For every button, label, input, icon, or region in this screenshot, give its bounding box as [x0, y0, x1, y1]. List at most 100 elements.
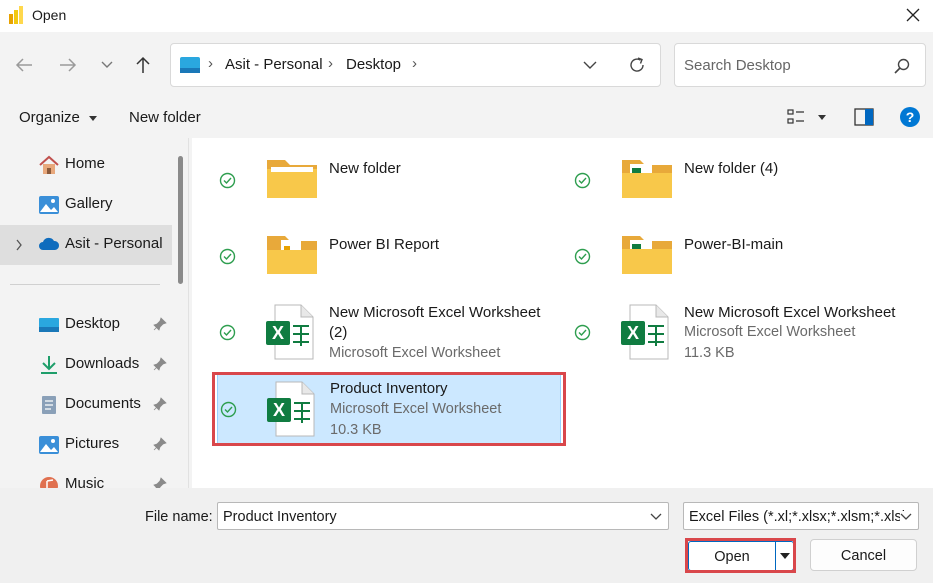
file-item-new-excel-worksheet-2[interactable]: X New Microsoft Excel Worksheet (2) Micr…	[192, 298, 547, 372]
file-item-new-folder-4[interactable]: New folder (4)	[547, 148, 933, 222]
recent-locations-button[interactable]	[95, 54, 119, 76]
svg-text:?: ?	[906, 109, 915, 125]
file-name: New Microsoft Excel Worksheet	[684, 304, 896, 321]
organize-menu-button[interactable]: Organize	[19, 109, 98, 126]
refresh-icon[interactable]	[627, 55, 647, 75]
file-name: Power BI Report	[329, 236, 440, 253]
desktop-location-icon	[180, 57, 200, 73]
file-item-new-excel-worksheet[interactable]: X New Microsoft Excel Worksheet Microsof…	[547, 298, 933, 372]
caret-down-icon	[89, 116, 98, 122]
sidebar-item-music[interactable]: Music	[0, 465, 172, 488]
arrow-left-icon	[15, 58, 32, 72]
file-size: 11.3 KB	[684, 345, 735, 361]
file-item-new-folder[interactable]: New folder	[192, 148, 547, 222]
sidebar-item-label: Pictures	[65, 435, 120, 452]
search-placeholder: Search Desktop	[684, 57, 791, 74]
up-button[interactable]	[131, 54, 155, 76]
home-icon	[39, 155, 59, 174]
view-options-icon[interactable]	[787, 109, 805, 125]
sidebar-item-asit-personal[interactable]: Asit - Personal	[0, 225, 172, 265]
help-icon[interactable]: ?	[899, 106, 921, 128]
search-box[interactable]: Search Desktop	[674, 43, 926, 87]
pin-icon[interactable]	[153, 317, 167, 331]
navigation-bar: › Asit - Personal › Desktop › Search Des…	[0, 32, 933, 96]
sidebar-divider	[10, 284, 160, 285]
folder-excel-icon	[622, 160, 672, 198]
sidebar-item-label: Documents	[65, 395, 141, 412]
file-item-power-bi-report[interactable]: Power BI Report	[192, 224, 547, 298]
pin-icon[interactable]	[153, 437, 167, 451]
chevron-down-icon	[101, 61, 113, 68]
sidebar-item-desktop[interactable]: Desktop	[0, 305, 172, 345]
chevron-down-icon[interactable]	[582, 58, 598, 72]
sidebar-item-label: Gallery	[65, 195, 113, 212]
close-icon[interactable]	[903, 5, 923, 25]
onedrive-cloud-icon	[39, 237, 60, 250]
file-name: New Microsoft Excel Worksheet	[329, 304, 541, 321]
chevron-down-icon[interactable]	[900, 511, 912, 521]
dialog-footer: File name: Product Inventory Excel Files…	[0, 488, 933, 583]
forward-button[interactable]	[56, 54, 80, 76]
breadcrumb-separator: ›	[412, 55, 417, 72]
file-list: New folder New folder (4) Power BI Repor…	[192, 138, 933, 488]
sidebar-scrollbar[interactable]	[178, 156, 183, 284]
sidebar-item-label: Home	[65, 155, 106, 172]
sync-status-icon	[574, 172, 591, 189]
breadcrumb-asit-personal[interactable]: Asit - Personal	[225, 56, 323, 73]
address-bar[interactable]: › Asit - Personal › Desktop ›	[170, 43, 661, 87]
chevron-right-icon[interactable]	[15, 239, 23, 251]
breadcrumb-separator: ›	[208, 55, 213, 72]
title-bar: Open	[0, 0, 933, 32]
sidebar-item-label: Music	[65, 475, 105, 488]
file-name-label: File name:	[145, 509, 213, 525]
pictures-icon	[39, 436, 59, 454]
caret-down-icon[interactable]	[817, 113, 827, 121]
sidebar-item-gallery[interactable]: Gallery	[0, 185, 172, 225]
sync-status-icon	[219, 248, 236, 265]
sidebar-item-downloads[interactable]: Downloads	[0, 345, 172, 385]
file-type: Microsoft Excel Worksheet	[684, 324, 856, 340]
file-name: Power-BI-main	[684, 236, 784, 253]
sidebar-item-documents[interactable]: Documents	[0, 385, 172, 425]
folder-excel-icon	[622, 236, 672, 274]
chevron-down-icon[interactable]	[650, 511, 662, 521]
file-name: New folder	[329, 160, 401, 177]
breadcrumb-desktop[interactable]: Desktop	[346, 56, 401, 73]
pin-icon[interactable]	[153, 357, 167, 371]
back-button[interactable]	[12, 54, 36, 76]
arrow-right-icon	[60, 58, 77, 72]
sidebar-item-pictures[interactable]: Pictures	[0, 425, 172, 465]
file-type-value: Excel Files (*.xl;*.xlsx;*.xlsm;*.xlsb	[689, 509, 910, 525]
file-type-select[interactable]: Excel Files (*.xl;*.xlsx;*.xlsm;*.xlsb	[683, 502, 919, 530]
file-name: New folder (4)	[684, 160, 779, 177]
desktop-icon	[39, 318, 59, 332]
preview-pane-icon[interactable]	[854, 108, 874, 126]
file-name-input[interactable]: Product Inventory	[217, 502, 669, 530]
sidebar-item-label: Downloads	[65, 355, 140, 372]
pin-icon[interactable]	[153, 477, 167, 488]
search-icon	[894, 58, 910, 74]
documents-icon	[42, 396, 56, 414]
folder-document-icon	[267, 236, 317, 274]
cancel-button-label: Cancel	[840, 548, 887, 564]
file-item-power-bi-main[interactable]: Power-BI-main	[547, 224, 933, 298]
power-bi-app-icon	[9, 6, 23, 24]
highlight-box	[212, 372, 566, 446]
sync-status-icon	[574, 248, 591, 265]
pin-icon[interactable]	[153, 397, 167, 411]
music-icon	[40, 477, 58, 488]
window-title: Open	[32, 7, 67, 23]
sidebar-item-home[interactable]: Home	[0, 145, 172, 185]
svg-text:X: X	[627, 323, 639, 343]
command-toolbar: Organize New folder ?	[0, 96, 933, 138]
navigation-pane: Home Gallery Asit - Personal Desktop Dow…	[0, 138, 190, 488]
cancel-button[interactable]: Cancel	[810, 539, 917, 571]
new-folder-button[interactable]: New folder	[129, 109, 201, 126]
gallery-icon	[39, 196, 59, 214]
excel-file-icon: X	[266, 304, 314, 360]
sidebar-border	[188, 138, 189, 488]
sidebar-item-label: Desktop	[65, 315, 121, 332]
breadcrumb-separator: ›	[328, 55, 333, 72]
svg-text:X: X	[272, 323, 284, 343]
folder-icon	[267, 160, 317, 198]
